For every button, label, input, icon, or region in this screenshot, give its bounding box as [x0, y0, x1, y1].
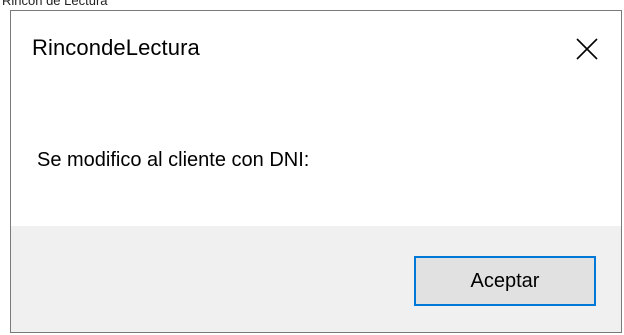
dialog-message: Se modifico al cliente con DNI: — [37, 149, 310, 171]
message-dialog: RincondeLectura Se modifico al cliente c… — [10, 10, 622, 333]
close-button[interactable] — [553, 11, 621, 87]
close-icon — [576, 38, 598, 60]
dialog-footer: Aceptar — [11, 226, 621, 332]
dialog-titlebar[interactable]: RincondeLectura — [11, 11, 621, 87]
background-window-text: Rincon de Lectura — [2, 0, 108, 8]
screen: Rincon de Lectura RincondeLectura Se mod… — [0, 0, 624, 335]
dialog-title: RincondeLectura — [32, 35, 200, 60]
accept-button[interactable]: Aceptar — [414, 256, 596, 306]
